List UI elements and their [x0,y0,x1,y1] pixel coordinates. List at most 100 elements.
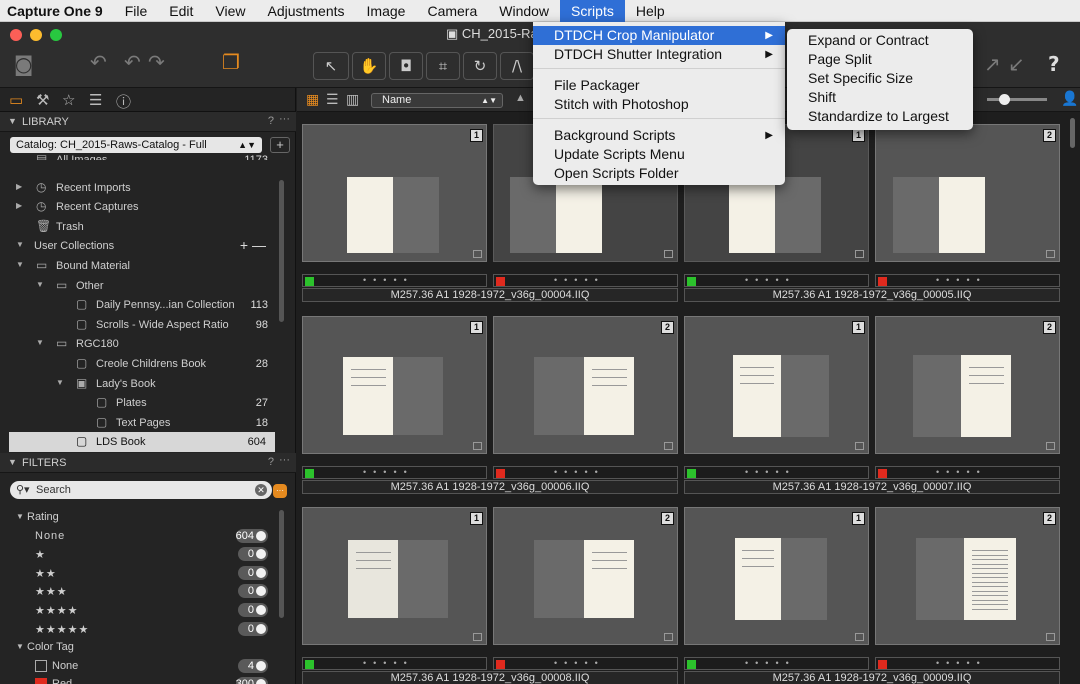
color-tag-flag[interactable] [305,277,314,286]
library-tab-folder-icon[interactable]: ▭ [9,91,23,109]
image-thumbnail[interactable]: 1 [302,124,487,262]
expand-arrow-icon[interactable]: ↗ [984,52,1001,76]
scripts-menu-item[interactable]: DTDCH Shutter Integration ▶ [533,45,785,64]
undo-history-icon[interactable]: ↶ [90,50,107,74]
scripts-menu-item[interactable]: Stitch with Photoshop [533,95,785,114]
library-tree-item[interactable]: ▶ ◷ Recent Imports [0,178,286,198]
color-tag-flag[interactable] [305,469,314,478]
metadata-icon[interactable] [664,442,673,450]
collapse-arrow-icon[interactable]: ↙ [1008,52,1025,76]
library-help-button[interactable]: ? [268,115,274,127]
filters-help-button[interactable]: ? [268,456,274,468]
metadata-icon[interactable] [473,250,482,258]
disclosure-arrow-icon[interactable]: ▼ [16,512,24,521]
metadata-icon[interactable] [664,250,673,258]
filters-header[interactable]: ▼ FILTERS ? ··· [0,453,296,473]
star-rating-dots[interactable]: ••••• [363,658,414,668]
filters-scrollbar[interactable] [279,510,284,618]
capture-tab-wrench-icon[interactable]: ⚒ [36,91,49,109]
help-icon[interactable]: ? [1048,52,1060,76]
star-rating-dots[interactable]: ••••• [554,467,605,477]
star-rating-dots[interactable]: ••••• [363,275,414,285]
search-options-button[interactable]: ··· [273,484,287,498]
disclosure-arrow-icon[interactable]: ▼ [56,378,64,387]
slider-thumb[interactable] [999,94,1010,105]
crop-tool-button[interactable]: ⌗ [426,52,460,80]
menu-help[interactable]: Help [625,0,676,22]
sort-select[interactable]: Name ▲▼ [371,93,503,108]
menu-window[interactable]: Window [488,0,560,22]
disclosure-arrow-icon[interactable]: ▼ [36,280,44,289]
library-more-button[interactable]: ··· [279,113,290,125]
menu-adjustments[interactable]: Adjustments [256,0,355,22]
menu-camera[interactable]: Camera [416,0,488,22]
metadata-icon[interactable] [855,633,864,641]
image-thumbnail[interactable]: 2 [875,507,1060,645]
crop-submenu-item[interactable]: Expand or Contract [787,31,973,50]
user-icon[interactable]: 👤 [1061,90,1078,107]
star-rating-dots[interactable]: ••••• [745,275,796,285]
list-view-icon[interactable]: ☰ [326,91,339,108]
pan-tool-button[interactable]: ✋ [352,52,386,80]
info-tab-icon[interactable]: ⓘ [116,91,131,112]
metadata-icon[interactable] [1046,633,1055,641]
loupe-tool-button[interactable]: ◘ [389,52,423,80]
image-thumbnail[interactable]: 2 [493,507,678,645]
disclosure-arrow-icon[interactable]: ▼ [16,260,24,269]
sort-direction-icon[interactable]: ▲ [515,92,526,104]
image-thumbnail[interactable]: 2 [875,316,1060,454]
metadata-icon[interactable] [855,250,864,258]
scripts-menu-item[interactable]: Update Scripts Menu [533,145,785,164]
star-rating-dots[interactable]: ••••• [936,658,987,668]
disclosure-arrow-icon[interactable]: ▼ [36,338,44,347]
collection-add-remove-buttons[interactable]: + — [240,237,266,253]
metadata-icon[interactable] [664,633,673,641]
color-tag-filter-header[interactable]: ▼ Color Tag [0,638,286,657]
image-thumbnail[interactable]: 1 [302,316,487,454]
crop-submenu-item[interactable]: Set Specific Size [787,69,973,88]
color-tag-flag[interactable] [687,469,696,478]
image-thumbnail[interactable]: 1 [302,507,487,645]
menu-file[interactable]: File [114,0,159,22]
image-thumbnail[interactable]: 2 [875,124,1060,262]
metadata-icon[interactable] [1046,250,1055,258]
color-tag-flag[interactable] [305,660,314,669]
rating-filter-row[interactable]: ★★★★ 0 [0,601,286,620]
select-tool-button[interactable]: ↖ [313,52,349,80]
library-tree-item[interactable]: ▢ Text Pages 18 [0,413,286,433]
rating-filter-header[interactable]: ▼ Rating [0,508,286,527]
star-rating-dots[interactable]: ••••• [363,467,414,477]
metadata-icon[interactable] [473,442,482,450]
library-tree-item[interactable]: ▤ All Images 1173 [0,150,286,160]
library-tree-item[interactable]: ▢ LDS Book 604 [9,432,275,452]
menu-scripts[interactable]: Scripts [560,0,625,22]
zoom-window-button[interactable] [50,29,62,41]
rating-filter-row[interactable]: None 604 [0,527,286,546]
app-menu[interactable]: Capture One 9 [0,0,114,22]
crop-submenu-item[interactable]: Page Split [787,50,973,69]
close-window-button[interactable] [10,29,22,41]
metadata-icon[interactable] [1046,442,1055,450]
disclosure-arrow-icon[interactable]: ▼ [16,642,24,651]
star-rating-dots[interactable]: ••••• [936,275,987,285]
metadata-icon[interactable] [473,633,482,641]
image-thumbnail[interactable]: 1 [684,507,869,645]
rating-filter-row[interactable]: ★★★★★ 0 [0,620,286,639]
library-tree-item[interactable]: ▢ Creole Childrens Book 28 [0,354,286,374]
scripts-menu-item[interactable]: Open Scripts Folder [533,164,785,183]
redo-icon[interactable]: ↷ [148,50,165,74]
image-thumbnail[interactable]: 2 [493,316,678,454]
filters-more-button[interactable]: ··· [279,454,290,466]
menu-edit[interactable]: Edit [158,0,204,22]
disclosure-arrow-icon[interactable]: ▼ [16,240,24,249]
library-tree-item[interactable]: 🗑 Trash [0,217,286,237]
color-tag-flag[interactable] [687,660,696,669]
color-tag-flag[interactable] [878,277,887,286]
library-tree-item[interactable]: ▼ ▭ Bound Material [0,256,286,276]
rotate-tool-button[interactable]: ↻ [463,52,497,80]
browser-scrollbar[interactable] [1070,118,1075,148]
grid-view-icon[interactable]: ▦ [306,91,319,108]
library-tree-item[interactable]: ▶ ◷ Recent Captures [0,197,286,217]
collapse-arrow-icon[interactable]: ▼ [8,116,17,126]
thumbnail-size-slider[interactable] [987,94,1047,105]
